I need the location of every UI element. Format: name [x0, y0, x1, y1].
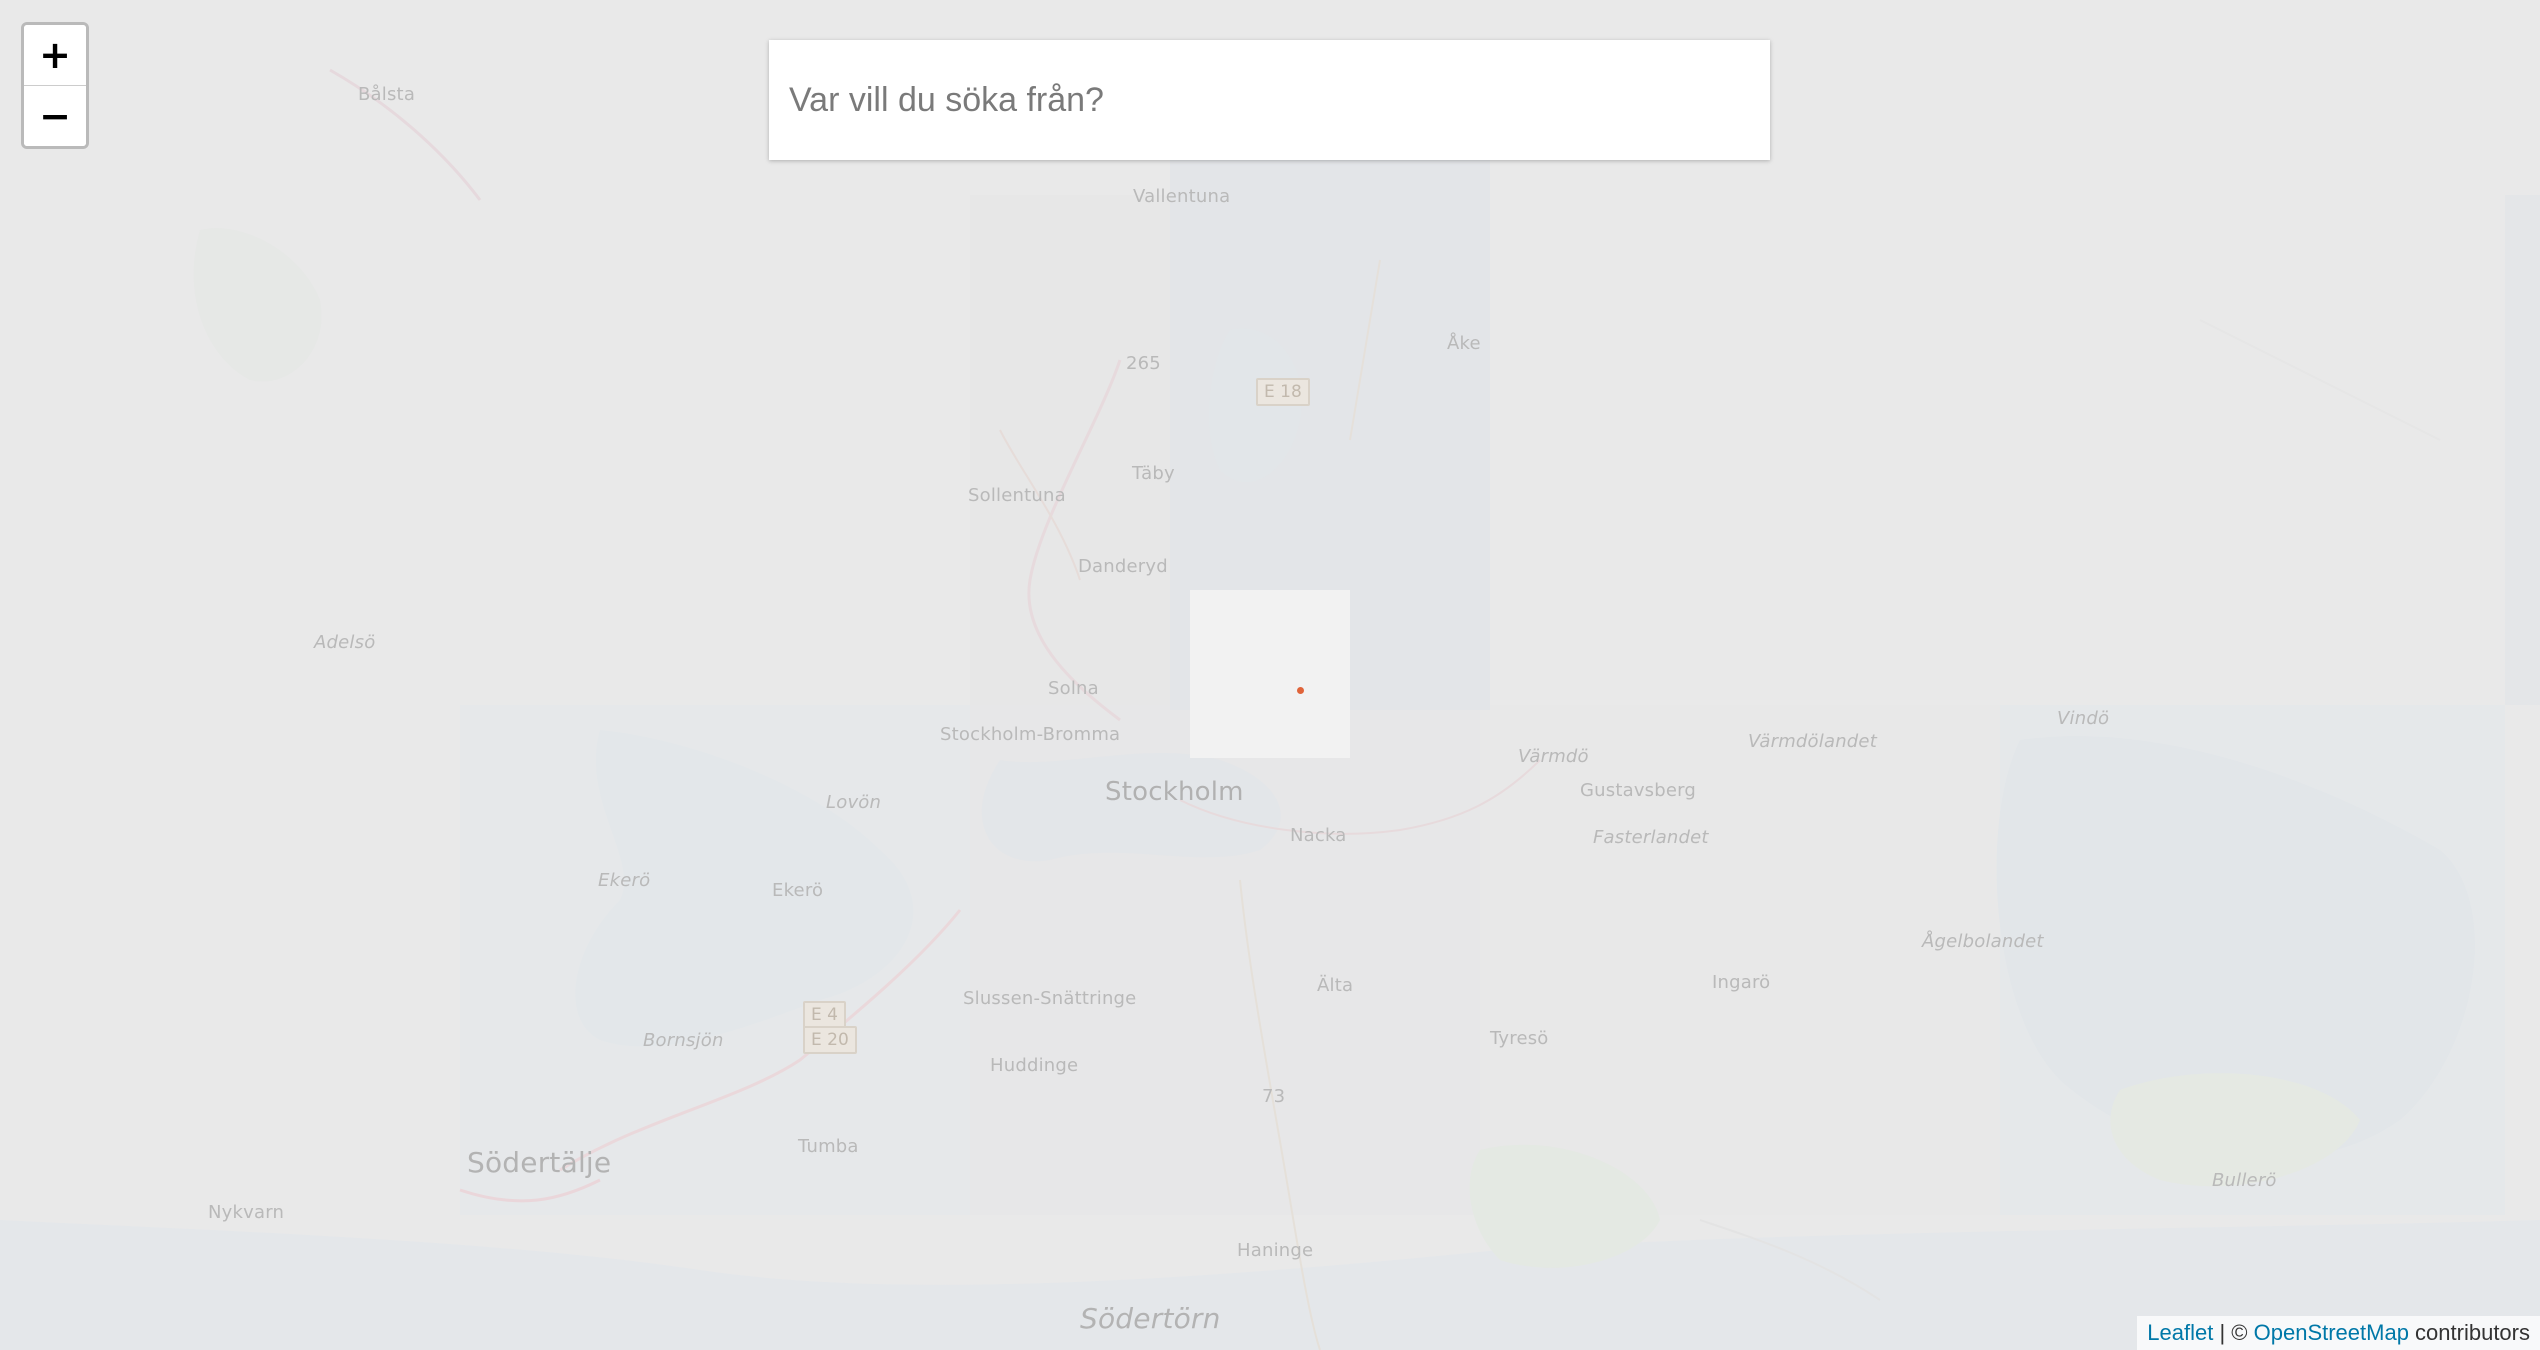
leaflet-link[interactable]: Leaflet	[2147, 1320, 2213, 1345]
zoom-in-button[interactable]: +	[24, 25, 86, 86]
map-label-solna: Solna	[1048, 678, 1099, 699]
map-label-ekero-island: Ekerö	[598, 870, 651, 891]
map-label-ekero-town: Ekerö	[772, 880, 824, 901]
current-location-marker[interactable]	[1297, 687, 1304, 694]
map-label-nacka: Nacka	[1290, 825, 1347, 846]
zoom-control: + −	[21, 22, 89, 149]
map-label-bullero: Bullerö	[2212, 1170, 2277, 1191]
attribution-suffix: contributors	[2408, 1320, 2530, 1345]
search-input[interactable]	[769, 40, 1770, 160]
map-label-nykvarn: Nykvarn	[208, 1202, 285, 1223]
map-label-alta: Älta	[1317, 975, 1354, 996]
map-label-sodertalje: Södertälje	[467, 1146, 612, 1179]
map-label-ingaro: Ingarö	[1712, 972, 1771, 993]
map-label-varmdo: Värmdö	[1518, 746, 1589, 767]
map-label-stockholm: Stockholm	[1105, 777, 1244, 807]
map-label-tyreso: Tyresö	[1490, 1028, 1549, 1049]
map-label-slussen-snattringe: Slussen-Snättringe	[963, 988, 1137, 1009]
map-label-taby: Täby	[1132, 463, 1175, 484]
map-label-bornsjon: Bornsjön	[643, 1030, 724, 1051]
map-label-ake: Åke	[1447, 333, 1481, 354]
map-label-balsta: Bålsta	[358, 84, 416, 105]
map-label-vallentuna: Vallentuna	[1133, 186, 1231, 207]
map-label-bromma: Stockholm-Bromma	[940, 724, 1121, 745]
map-label-agelbolandet: Ågelbolandet	[1922, 931, 2044, 952]
map-label-sollentuna: Sollentuna	[968, 485, 1066, 506]
map-label-sodertorn: Södertörn	[1080, 1302, 1221, 1335]
search-box	[769, 40, 1770, 160]
map-label-lovon: Lovön	[826, 792, 882, 813]
road-shield-e18: E 18	[1256, 378, 1310, 406]
road-number-73: 73	[1262, 1086, 1286, 1107]
map-label-danderyd: Danderyd	[1078, 556, 1168, 577]
map-label-gustavsberg: Gustavsberg	[1580, 780, 1697, 801]
road-shield-e4: E 4	[803, 1001, 846, 1029]
map-canvas[interactable]: Bålsta Vallentuna Åke Täby Danderyd Soln…	[0, 0, 2540, 1350]
map-label-adelso: Adelsö	[314, 632, 376, 653]
road-number-265: 265	[1126, 353, 1161, 374]
map-label-haninge: Haninge	[1237, 1240, 1314, 1261]
attribution-separator: | ©	[2213, 1320, 2254, 1345]
map-label-fasterlandet: Fasterlandet	[1593, 827, 1709, 848]
map-label-vindo: Vindö	[2057, 708, 2110, 729]
map-label-tumba: Tumba	[798, 1136, 859, 1157]
map-label-huddinge: Huddinge	[990, 1055, 1079, 1076]
current-location-area	[1190, 590, 1350, 758]
zoom-out-button[interactable]: −	[24, 86, 86, 146]
map-label-varmdolandet: Värmdölandet	[1748, 731, 1877, 752]
road-shield-e20: E 20	[803, 1026, 857, 1054]
map-attribution: Leaflet | © OpenStreetMap contributors	[2137, 1316, 2540, 1350]
openstreetmap-link[interactable]: OpenStreetMap	[2254, 1320, 2409, 1345]
